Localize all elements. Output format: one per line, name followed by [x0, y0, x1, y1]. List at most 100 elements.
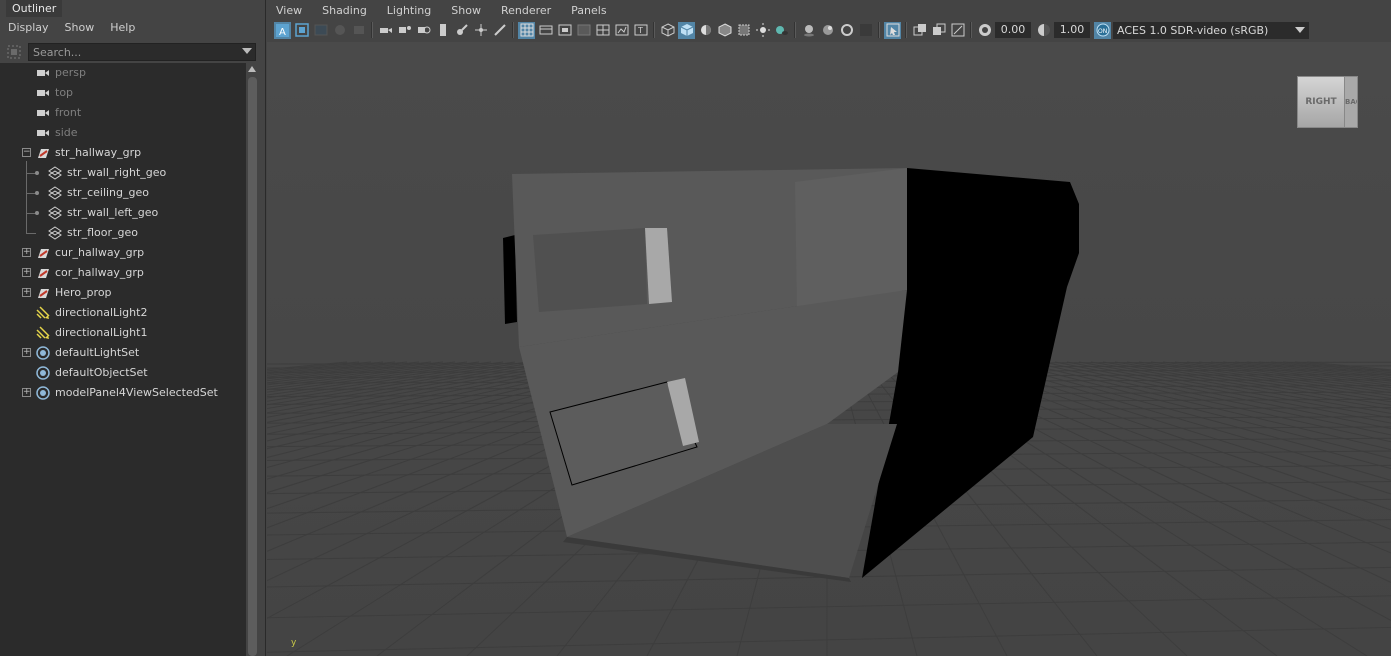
xray-joints-icon[interactable]: [911, 22, 928, 39]
select-camera-icon[interactable]: A: [274, 21, 291, 39]
2d-pan-zoom-icon[interactable]: [350, 22, 367, 39]
expand-toggle-icon[interactable]: +: [22, 268, 31, 277]
resolution-gate-icon[interactable]: [415, 22, 432, 39]
scroll-up-arrow-icon[interactable]: [248, 66, 256, 72]
search-options-dropdown-icon[interactable]: [242, 48, 252, 54]
outliner-item-str-wall-left-geo[interactable]: str_wall_left_geo: [0, 203, 246, 223]
outliner-item-persp[interactable]: persp: [0, 63, 246, 83]
filter-icon[interactable]: [6, 44, 24, 60]
outliner-item-default-light-set[interactable]: + defaultLightSet: [0, 343, 246, 363]
panel-menu-lighting[interactable]: Lighting: [377, 4, 441, 17]
backface-culling-icon[interactable]: [949, 22, 966, 39]
toolbar-separator: [653, 22, 655, 38]
outliner-menu-display[interactable]: Display: [0, 21, 57, 34]
camera-icon[interactable]: [377, 22, 394, 39]
scene-render: [267, 42, 1391, 656]
outliner-item-label: modelPanel4ViewSelectedSet: [55, 386, 218, 399]
exposure-field[interactable]: 0.00: [995, 22, 1031, 38]
outliner-item-label: defaultObjectSet: [55, 366, 148, 379]
anti-aliasing-icon[interactable]: [838, 22, 855, 39]
color-management-icon[interactable]: ON: [1094, 21, 1111, 39]
outliner-item-label: defaultLightSet: [55, 346, 140, 359]
panel-menu-shading[interactable]: Shading: [312, 4, 377, 17]
wireframe-icon[interactable]: [659, 22, 676, 39]
default-material-icon[interactable]: [697, 22, 714, 39]
wireframe-on-shaded-icon[interactable]: [716, 22, 733, 39]
toolbar-separator: [878, 22, 880, 38]
collapse-toggle-icon[interactable]: −: [22, 148, 31, 157]
camera-attributes-icon[interactable]: [293, 22, 310, 39]
3d-viewport[interactable]: RIGHT BACK y: [267, 42, 1391, 656]
outliner-item-str-wall-right-geo[interactable]: str_wall_right_geo: [0, 163, 246, 183]
exposure-icon[interactable]: [976, 22, 993, 39]
search-input[interactable]: [28, 43, 256, 61]
panel-menu-panels[interactable]: Panels: [561, 4, 616, 17]
view-cube-right-face[interactable]: RIGHT: [1297, 76, 1345, 128]
shadows-icon[interactable]: [773, 22, 790, 39]
outliner-item-str-hallway-grp[interactable]: − str_hallway_grp: [0, 143, 246, 163]
paint-brush-icon[interactable]: [491, 22, 508, 39]
panel-menu-show[interactable]: Show: [441, 4, 491, 17]
resolution-view-icon[interactable]: [556, 22, 573, 39]
group-icon: [36, 246, 50, 260]
outliner-scrollbar[interactable]: [246, 63, 259, 656]
expand-toggle-icon[interactable]: +: [22, 388, 31, 397]
outliner-item-str-floor-geo[interactable]: str_floor_geo: [0, 223, 246, 243]
set-icon: [36, 346, 50, 360]
view-cube-back-face[interactable]: BACK: [1344, 76, 1358, 128]
mesh-icon: [48, 206, 62, 220]
color-space-dropdown[interactable]: ACES 1.0 SDR-video (sRGB): [1113, 21, 1309, 39]
outliner-item-directional-light2[interactable]: directionalLight2: [0, 303, 246, 323]
expand-toggle-icon[interactable]: +: [22, 248, 31, 257]
panel-menu-view[interactable]: View: [266, 4, 312, 17]
grease-pencil-icon[interactable]: [453, 22, 470, 39]
outliner-item-model-panel4-view-selected-set[interactable]: + modelPanel4ViewSelectedSet: [0, 383, 246, 403]
toolbar-separator: [970, 22, 972, 38]
scrollbar-thumb[interactable]: [248, 77, 257, 656]
outliner-item-hero-prop[interactable]: + Hero_prop: [0, 283, 246, 303]
field-chart-icon[interactable]: [594, 22, 611, 39]
gamma-field[interactable]: 1.00: [1054, 22, 1090, 38]
toolbar-separator: [371, 22, 373, 38]
outliner-item-top[interactable]: top: [0, 83, 246, 103]
outliner-item-side[interactable]: side: [0, 123, 246, 143]
move-tool-icon[interactable]: [472, 22, 489, 39]
film-gate-view-icon[interactable]: [537, 22, 554, 39]
xray-active-components-icon[interactable]: [930, 22, 947, 39]
smooth-shade-icon[interactable]: [678, 21, 695, 39]
grid-icon[interactable]: [518, 21, 535, 39]
motion-blur-icon[interactable]: [819, 22, 836, 39]
gate-mask-icon[interactable]: [575, 22, 592, 39]
outliner-tab[interactable]: Outliner: [6, 0, 63, 17]
outliner-item-cor-hallway-grp[interactable]: + cor_hallway_grp: [0, 263, 246, 283]
outliner-menu-help[interactable]: Help: [102, 21, 143, 34]
group-icon: [36, 286, 50, 300]
screen-space-ao-icon[interactable]: [800, 22, 817, 39]
isolate-select-icon[interactable]: [884, 21, 901, 39]
outliner-menu-show[interactable]: Show: [57, 21, 103, 34]
film-gate-icon[interactable]: [396, 22, 413, 39]
xray-icon[interactable]: [735, 22, 752, 39]
depth-of-field-icon[interactable]: [857, 22, 874, 39]
outliner-item-front[interactable]: front: [0, 103, 246, 123]
color-space-label: ACES 1.0 SDR-video (sRGB): [1117, 23, 1269, 37]
outliner-item-cur-hallway-grp[interactable]: + cur_hallway_grp: [0, 243, 246, 263]
svg-text:ON: ON: [1098, 28, 1107, 35]
outliner-item-directional-light1[interactable]: directionalLight1: [0, 323, 246, 343]
panel-menu-renderer[interactable]: Renderer: [491, 4, 561, 17]
safe-action-icon[interactable]: [613, 22, 630, 39]
expand-toggle-icon[interactable]: +: [22, 288, 31, 297]
bookmark-flag-icon[interactable]: [434, 22, 451, 39]
expand-toggle-icon[interactable]: +: [22, 348, 31, 357]
outliner-item-default-object-set[interactable]: defaultObjectSet: [0, 363, 246, 383]
model-panel: View Shading Lighting Show Renderer Pane…: [265, 0, 1391, 656]
view-cube[interactable]: RIGHT BACK: [1297, 76, 1359, 128]
bookmarks-icon[interactable]: [312, 22, 329, 39]
outliner-search-bar: [4, 43, 256, 61]
safe-title-icon[interactable]: T: [632, 22, 649, 39]
outliner-item-label: top: [55, 86, 74, 99]
gamma-icon[interactable]: [1035, 22, 1052, 39]
outliner-item-str-ceiling-geo[interactable]: str_ceiling_geo: [0, 183, 246, 203]
lights-icon[interactable]: [754, 22, 771, 39]
image-plane-icon[interactable]: [331, 22, 348, 39]
